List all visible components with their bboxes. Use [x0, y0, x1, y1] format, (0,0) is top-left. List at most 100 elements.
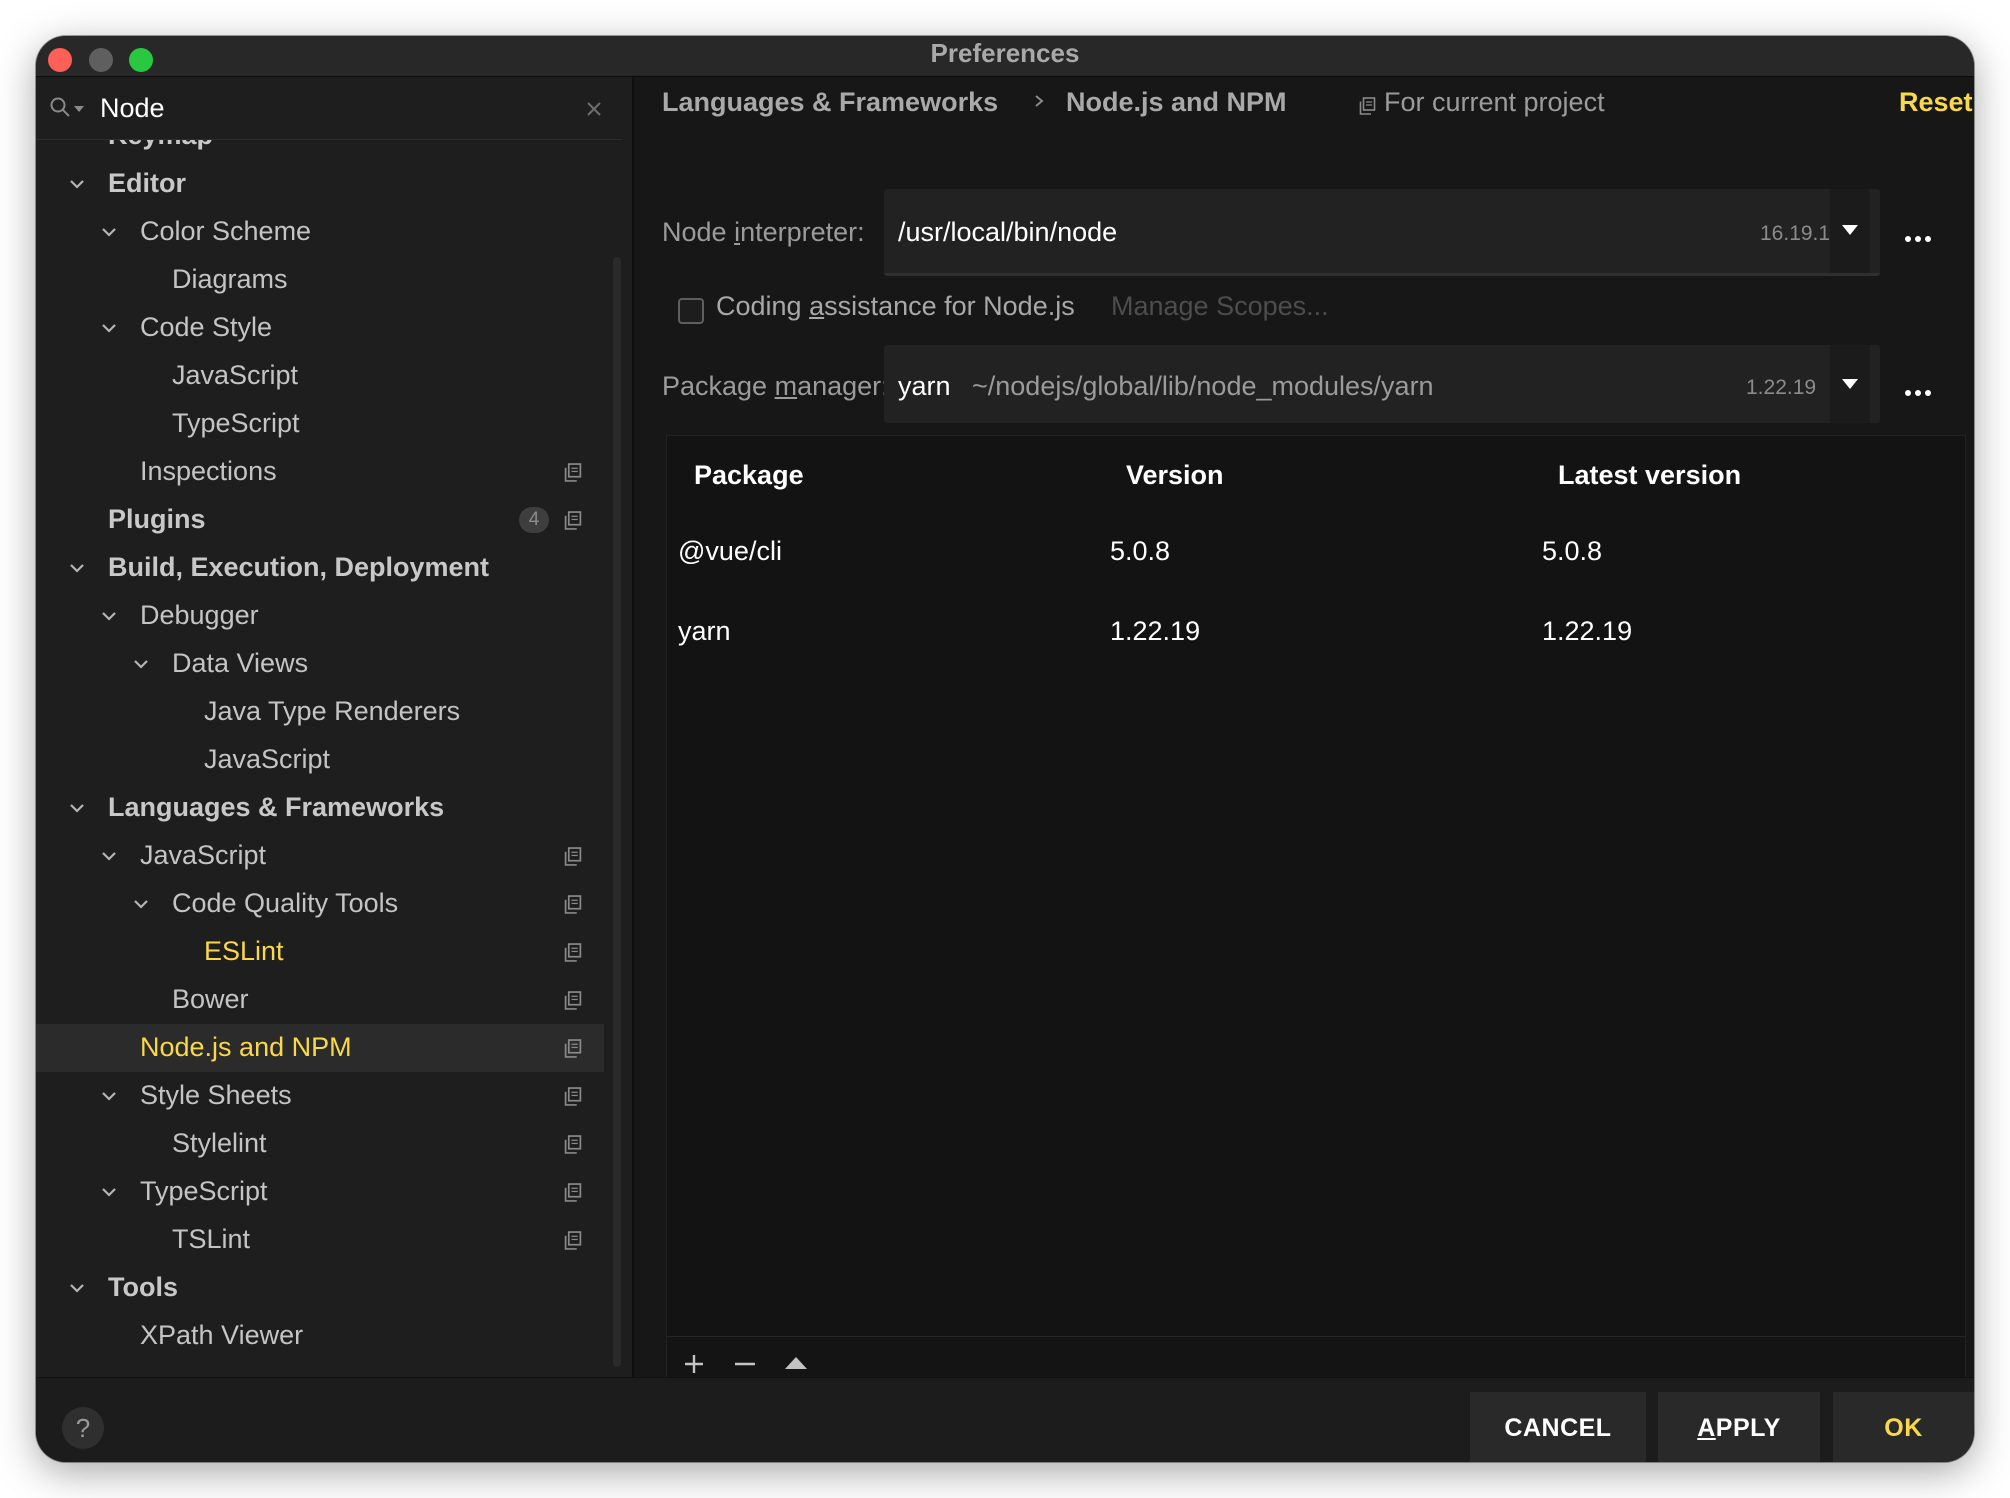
breadcrumb-section[interactable]: Languages & Frameworks: [662, 87, 998, 118]
chevron-down-icon[interactable]: [100, 1087, 118, 1105]
close-icon[interactable]: [584, 99, 604, 119]
plus-icon[interactable]: [683, 1353, 705, 1375]
chevron-down-icon[interactable]: [100, 607, 118, 625]
cancel-button[interactable]: CANCEL: [1470, 1392, 1646, 1462]
dialog-footer: ? CANCEL APPLY OK: [36, 1377, 1974, 1462]
tree-item-label: Debugger: [140, 600, 259, 630]
packages-table: Package Version Latest version @vue/cli …: [666, 435, 1966, 1388]
tree-item-keymap[interactable]: Keymap: [36, 140, 604, 160]
tree-item-languages-frameworks[interactable]: Languages & Frameworks: [36, 784, 604, 832]
tree-item-label: JavaScript: [140, 840, 267, 870]
tree-item-data-views[interactable]: Data Views: [36, 640, 604, 688]
tree-item-label: TSLint: [172, 1224, 251, 1254]
package-latest-version: 1.22.19: [1542, 616, 1633, 646]
tree-item-xpath-viewer[interactable]: XPath Viewer: [36, 1312, 604, 1360]
help-button[interactable]: ?: [62, 1407, 104, 1449]
search-icon[interactable]: [50, 97, 72, 119]
chevron-down-icon[interactable]: [100, 223, 118, 241]
interpreter-more-button[interactable]: [1904, 235, 1932, 243]
tree-item-build-execution-deployment[interactable]: Build, Execution, Deployment: [36, 544, 604, 592]
tree-item-label: Tools: [108, 1272, 178, 1302]
tree-item-tools[interactable]: Tools: [36, 1264, 604, 1312]
chevron-down-icon[interactable]: [100, 319, 118, 337]
tree-item-javascript[interactable]: JavaScript: [36, 736, 604, 784]
chevron-down-icon[interactable]: [100, 1183, 118, 1201]
interpreter-dropdown-button[interactable]: [1830, 189, 1870, 273]
tree-item-tslint[interactable]: TSLint: [36, 1216, 604, 1264]
tree-item-label: Color Scheme: [140, 216, 312, 246]
tree-item-javascript[interactable]: JavaScript: [36, 352, 604, 400]
plugins-count-badge: 4: [519, 507, 549, 533]
tree-item-label: Diagrams: [172, 264, 288, 294]
tree-item-label: Style Sheets: [140, 1080, 292, 1110]
tree-item-stylelint[interactable]: Stylelint: [36, 1120, 604, 1168]
apply-button[interactable]: APPLY: [1658, 1392, 1820, 1462]
tree-item-label: Bower: [172, 984, 249, 1014]
tree-item-plugins[interactable]: Plugins 4: [36, 496, 604, 544]
tree-item-node-js-and-npm[interactable]: Node.js and NPM: [36, 1024, 604, 1072]
chevron-down-icon[interactable]: [132, 655, 150, 673]
tree-item-color-scheme[interactable]: Color Scheme: [36, 208, 604, 256]
ok-button[interactable]: OK: [1833, 1392, 1974, 1462]
tree-item-label: Plugins: [108, 504, 206, 534]
copy-icon: [564, 895, 582, 914]
package-version: 1.22.19: [1110, 616, 1201, 646]
package-version: 5.0.8: [1110, 536, 1171, 566]
package-manager-dropdown-button[interactable]: [1830, 345, 1870, 423]
manage-scopes-link: Manage Scopes...: [1111, 291, 1329, 321]
tree-item-label: Java Type Renderers: [204, 696, 461, 726]
interpreter-label: Node interpreter:: [662, 217, 865, 247]
triangle-up-icon[interactable]: [785, 1353, 807, 1375]
table-row[interactable]: @vue/cli 5.0.8 5.0.8: [667, 504, 1965, 584]
tree-item-debugger[interactable]: Debugger: [36, 592, 604, 640]
tree-item-javascript[interactable]: JavaScript: [36, 832, 604, 880]
tree-item-inspections[interactable]: Inspections: [36, 448, 604, 496]
scope-label: For current project: [1384, 87, 1605, 117]
tree-item-bower[interactable]: Bower: [36, 976, 604, 1024]
chevron-down-icon[interactable]: [100, 847, 118, 865]
chevron-down-icon[interactable]: [68, 1279, 86, 1297]
tree-item-java-type-renderers[interactable]: Java Type Renderers: [36, 688, 604, 736]
chevron-down-icon[interactable]: [68, 559, 86, 577]
chevron-down-icon[interactable]: [68, 175, 86, 193]
window-title: Preferences: [930, 38, 1080, 68]
tree-item-typescript[interactable]: TypeScript: [36, 1168, 604, 1216]
column-header-package[interactable]: Package: [694, 460, 804, 491]
coding-assistance-label[interactable]: Coding assistance for Node.js: [716, 291, 1075, 322]
tree-item-eslint[interactable]: ESLint: [36, 928, 604, 976]
tree-item-label: JavaScript: [172, 360, 299, 390]
search-history-icon[interactable]: [74, 106, 84, 112]
tree-item-label: ESLint: [204, 936, 284, 966]
chevron-down-icon[interactable]: [68, 799, 86, 817]
chevron-down-icon[interactable]: [132, 895, 150, 913]
tree-item-editor[interactable]: Editor: [36, 160, 604, 208]
copy-icon: [1359, 97, 1376, 115]
column-header-version[interactable]: Version: [1126, 460, 1224, 491]
copy-icon: [564, 1231, 582, 1250]
coding-assistance-checkbox[interactable]: [678, 298, 704, 324]
sidebar-scrollbar[interactable]: [613, 257, 621, 1367]
reset-link[interactable]: Reset: [1899, 87, 1973, 118]
column-header-latest-version[interactable]: Latest version: [1558, 460, 1741, 491]
package-manager-more-button[interactable]: [1904, 389, 1932, 397]
interpreter-version: 16.19.1: [1760, 222, 1831, 245]
table-row[interactable]: yarn 1.22.19 1.22.19: [667, 584, 1965, 664]
triangle-down-icon: [1842, 225, 1858, 235]
minus-icon[interactable]: [734, 1353, 756, 1375]
search-input[interactable]: [100, 91, 560, 125]
tree-item-label: Languages & Frameworks: [108, 792, 445, 822]
tree-item-diagrams[interactable]: Diagrams: [36, 256, 604, 304]
tree-item-typescript[interactable]: TypeScript: [36, 400, 604, 448]
tree-item-label: TypeScript: [140, 1176, 268, 1206]
tree-item-style-sheets[interactable]: Style Sheets: [36, 1072, 604, 1120]
copy-icon: [564, 847, 582, 866]
tree-item-code-style[interactable]: Code Style: [36, 304, 604, 352]
package-manager-select[interactable]: yarn ~/nodejs/global/lib/node_modules/ya…: [884, 345, 1880, 423]
interpreter-select[interactable]: /usr/local/bin/node 16.19.1: [884, 189, 1880, 276]
interpreter-value: /usr/local/bin/node: [898, 217, 1118, 247]
package-name: yarn: [678, 616, 731, 646]
tree-item-label: Code Style: [140, 312, 273, 342]
tree-item-label: Node.js and NPM: [140, 1032, 352, 1062]
tree-item-label: JavaScript: [204, 744, 331, 774]
tree-item-code-quality-tools[interactable]: Code Quality Tools: [36, 880, 604, 928]
